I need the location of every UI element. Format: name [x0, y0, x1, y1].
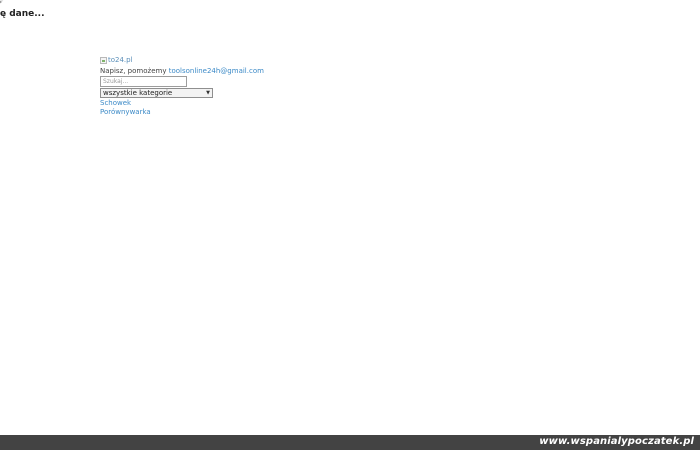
contact-prefix: Napisz, pomożemy	[100, 67, 167, 75]
footer-brand: www.wspanialypoczatek.pl	[539, 436, 694, 447]
triangle-down-icon: ▼	[206, 90, 210, 96]
contact-line: Napisz, pomożemy toolsonline24h@gmail.co…	[100, 66, 360, 76]
broken-image-icon	[100, 56, 107, 64]
logo-link[interactable]: to24.pl	[100, 55, 360, 65]
compare-link[interactable]: Porównywarka	[100, 108, 360, 117]
page-content: to24.pl Napisz, pomożemy toolsonline24h@…	[100, 55, 360, 117]
category-select-value: wszystkie kategorie	[103, 89, 173, 97]
search-input[interactable]	[100, 76, 187, 87]
contact-email-link[interactable]: toolsonline24h@gmail.com	[169, 67, 264, 75]
logo-alt-text: to24.pl	[108, 56, 133, 64]
category-select[interactable]: wszystkie kategorie ▼	[100, 88, 213, 98]
clipboard-link[interactable]: Schowek	[100, 99, 360, 108]
loading-spinner-icon	[0, 0, 4, 4]
footer-bar: www.wspanialypoczatek.pl	[0, 435, 700, 450]
loading-text: ę dane...	[0, 9, 45, 19]
